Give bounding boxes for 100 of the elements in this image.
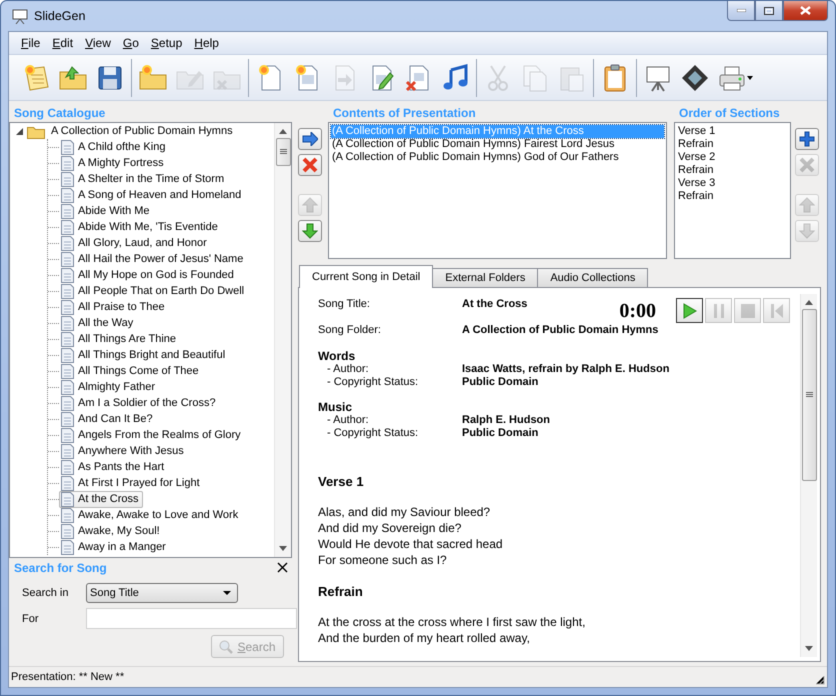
document-icon — [61, 140, 74, 154]
menu-item[interactable]: View — [79, 34, 117, 52]
tree-item[interactable]: Abide With Me, 'Tis Eventide — [59, 218, 222, 236]
menu-item[interactable]: Edit — [46, 34, 80, 52]
search-icon — [219, 640, 234, 654]
field-label: - Author: — [326, 414, 370, 427]
scrollbar-thumb[interactable] — [802, 309, 816, 481]
menu-item[interactable]: Go — [116, 34, 145, 52]
tree-item[interactable]: And Can It Be? — [59, 410, 157, 428]
document-icon — [61, 268, 74, 282]
list-item[interactable]: Verse 1 — [677, 125, 788, 138]
section-title: Search for Song — [13, 560, 107, 576]
tree-item[interactable]: Awake, Awake to Love and Work — [59, 506, 242, 524]
stop-icon — [740, 302, 756, 318]
menu-item[interactable]: File — [15, 34, 46, 52]
tree-item[interactable]: Awake, My Soul! — [59, 522, 164, 540]
list-action-button[interactable] — [795, 128, 819, 150]
tree-item[interactable]: Am I a Soldier of the Cross? — [59, 394, 220, 412]
tree-item[interactable]: Away in a Manger — [59, 538, 170, 556]
field-label: For — [22, 612, 40, 624]
tree-item[interactable]: Angels From the Realms of Glory — [59, 426, 245, 444]
dropdown-caret-icon — [223, 591, 231, 595]
document-icon — [61, 300, 74, 314]
tree-item[interactable]: All Glory, Laud, and Honor — [59, 234, 211, 252]
minimize-icon — [736, 9, 746, 12]
field-value: A Collection of Public Domain Hymns — [462, 324, 658, 337]
tree-item[interactable]: At First I Prayed for Light — [59, 474, 204, 492]
tree-item[interactable]: Almighty Father — [59, 378, 160, 396]
scrollbar-thumb[interactable] — [276, 138, 290, 166]
up-arrow-icon — [799, 197, 815, 213]
tree-item[interactable]: All the Way — [59, 314, 138, 332]
easel-icon — [12, 8, 28, 24]
document-icon — [61, 188, 74, 202]
tree-item[interactable]: As Pants the Hart — [59, 458, 168, 476]
maximize-button[interactable] — [755, 1, 783, 21]
field-value: Isaac Watts, refrain by Ralph E. Hudson — [462, 363, 670, 376]
list-action-button[interactable] — [298, 128, 322, 150]
close-icon[interactable] — [277, 562, 288, 573]
section-title: Contents of Presentation — [332, 104, 477, 122]
tree-item[interactable]: Anywhere With Jesus — [59, 442, 188, 460]
tab[interactable]: Current Song in Detail — [299, 265, 434, 288]
list-action-button[interactable] — [298, 154, 322, 176]
close-icon — [799, 157, 815, 173]
search-in-dropdown[interactable]: Song Title — [86, 583, 238, 603]
list-item[interactable]: Refrain — [677, 164, 788, 177]
list-item[interactable]: Verse 3 — [677, 177, 788, 190]
tree-item[interactable]: All Things Come of Thee — [59, 362, 203, 380]
minimize-button[interactable] — [727, 1, 755, 21]
document-icon — [61, 284, 74, 298]
group-heading: Music — [318, 401, 354, 414]
tree-item[interactable]: A Mighty Fortress — [59, 154, 168, 172]
menu-item[interactable]: Help — [188, 34, 225, 52]
document-icon — [61, 492, 74, 506]
vertical-scrollbar[interactable] — [800, 294, 817, 657]
field-label: Song Folder: — [318, 324, 382, 337]
field-label: Search in — [22, 587, 70, 599]
close-button[interactable] — [783, 1, 828, 21]
folder-star-icon — [138, 62, 168, 92]
document-icon — [61, 460, 74, 474]
tree-item[interactable]: All My Hope on God is Founded — [59, 266, 238, 284]
tree-item[interactable]: A Collection of Public Domain Hymns — [51, 125, 233, 137]
list-item[interactable]: Refrain — [677, 190, 788, 203]
play-icon — [682, 302, 696, 318]
field-value: At the Cross — [462, 298, 528, 311]
document-icon — [61, 204, 74, 218]
lyric-line: At the cross at the cross where I first saw the light, — [318, 614, 586, 630]
document-icon — [61, 236, 74, 250]
field-value: Ralph E. Hudson — [462, 414, 551, 427]
dropdown-caret-icon — [747, 76, 753, 80]
plus-icon — [799, 131, 815, 147]
tree-item[interactable]: All Hail the Power of Jesus' Name — [59, 250, 248, 268]
tree-item[interactable]: A Child ofthe King — [59, 138, 170, 156]
rewind-icon — [770, 302, 784, 318]
section-title: Order of Sections — [678, 104, 781, 122]
document-icon — [61, 380, 74, 394]
grip-icon — [806, 392, 812, 398]
vertical-scrollbar[interactable] — [274, 123, 291, 557]
list-item[interactable]: Verse 2 — [677, 151, 788, 164]
up-arrow-icon — [302, 197, 318, 213]
field-value: Public Domain — [462, 427, 540, 440]
tree-item[interactable]: All Praise to Thee — [59, 298, 169, 316]
tree-item[interactable]: At the Cross — [59, 490, 143, 508]
search-input-field[interactable] — [86, 608, 297, 629]
tree-item[interactable]: All Things Bright and Beautiful — [59, 346, 230, 364]
tree-item[interactable]: All Things Are Thine — [59, 330, 180, 348]
tree-item[interactable]: A Song of Heaven and Homeland — [59, 186, 246, 204]
media-button[interactable] — [676, 298, 703, 323]
document-icon — [61, 364, 74, 378]
menu-item[interactable]: Setup — [144, 34, 188, 52]
tree-item[interactable]: All People That on Earth Do Dwell — [59, 282, 248, 300]
document-icon — [61, 508, 74, 522]
list-item[interactable]: (A Collection of Public Domain Hymns) Fairest Lord Jesus — [331, 138, 664, 151]
tree-item[interactable]: A Shelter in the Time of Storm — [59, 170, 228, 188]
tab[interactable]: External Folders — [432, 268, 538, 287]
tab[interactable]: Audio Collections — [537, 268, 648, 287]
document-icon — [61, 540, 74, 554]
tree-item[interactable]: Abide With Me — [59, 202, 154, 220]
list-item[interactable]: Refrain — [677, 138, 788, 151]
list-item[interactable]: (A Collection of Public Domain Hymns) God of Our Fathers — [331, 151, 664, 164]
list-action-button[interactable] — [298, 220, 322, 242]
